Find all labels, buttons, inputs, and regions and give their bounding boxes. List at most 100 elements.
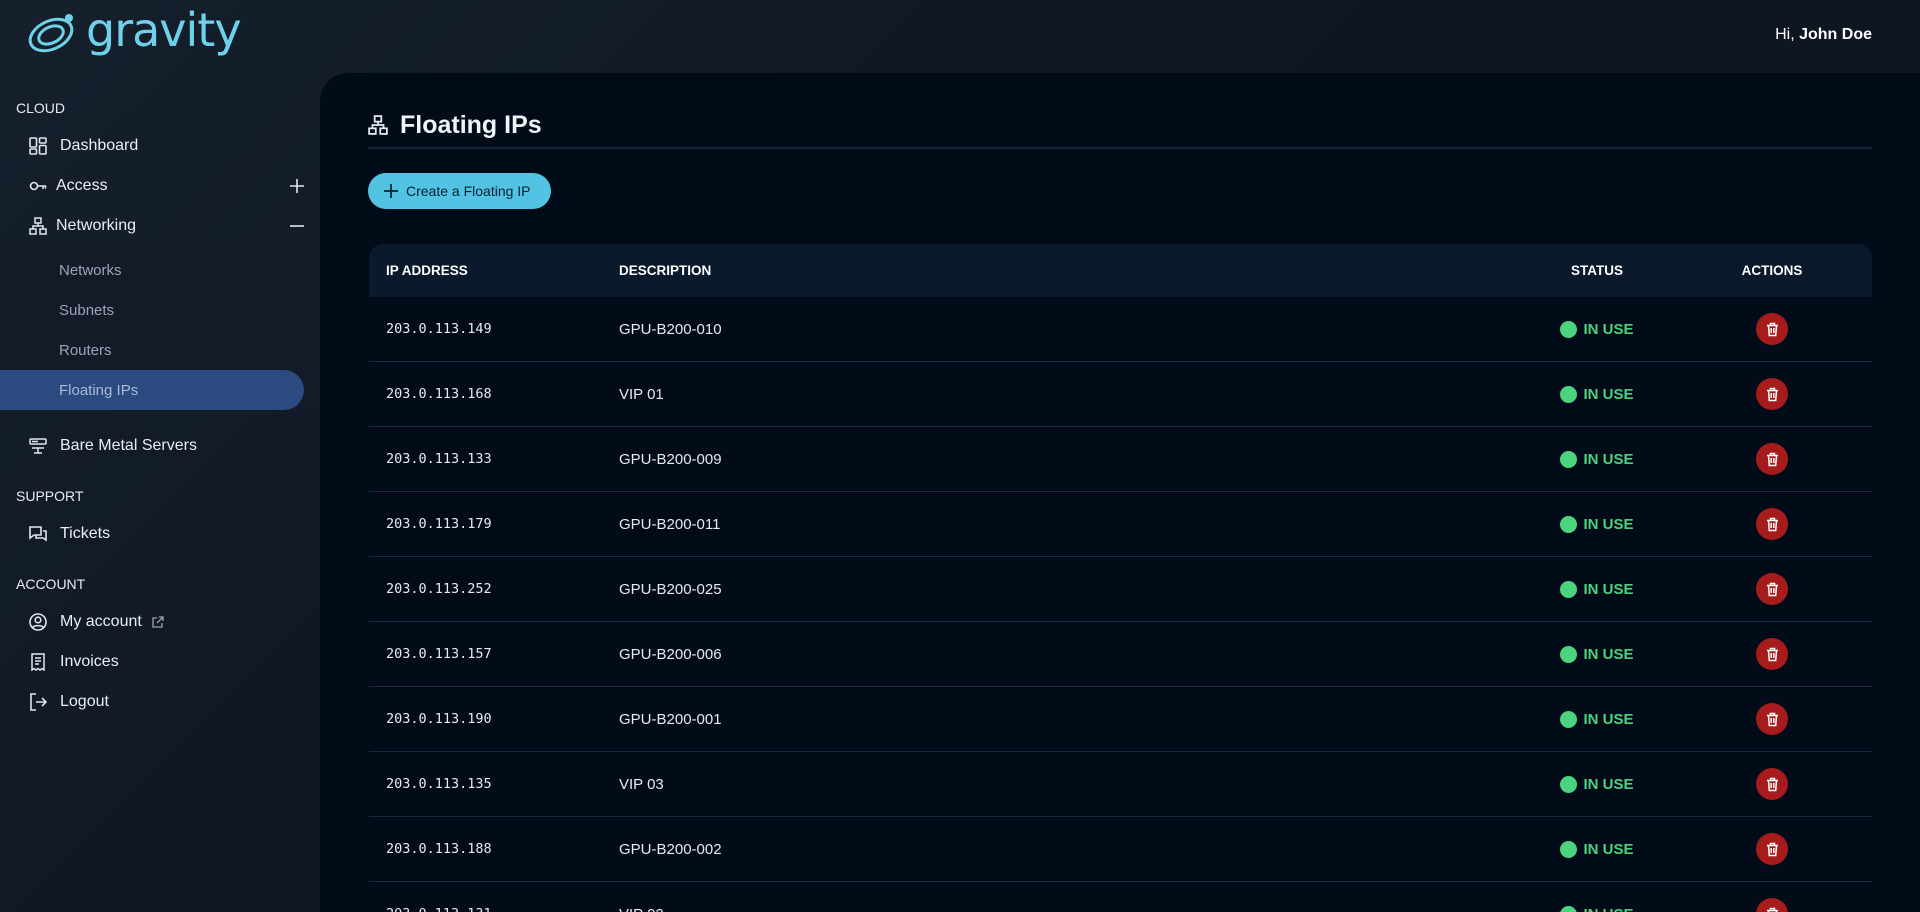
table-row[interactable]: 203.0.113.135 VIP 03 IN USE	[369, 752, 1872, 817]
sidebar-subitem-networks[interactable]: Networks	[0, 250, 320, 290]
table-row[interactable]: 203.0.113.190 GPU-B200-001 IN USE	[369, 687, 1872, 752]
user-circle-icon	[28, 612, 48, 632]
actions-cell	[1672, 443, 1872, 475]
sidebar-subitem-routers[interactable]: Routers	[0, 330, 320, 370]
trash-icon	[1766, 452, 1778, 466]
page-title: Floating IPs	[400, 110, 542, 139]
status-label: IN USE	[1583, 906, 1633, 912]
sidebar-item-networking[interactable]: Networking	[0, 206, 320, 246]
plus-icon	[384, 184, 398, 198]
description-cell: GPU-B200-025	[619, 580, 722, 598]
delete-button[interactable]	[1756, 573, 1788, 605]
sidebar-item-tickets[interactable]: Tickets	[0, 514, 320, 554]
description-cell: GPU-B200-010	[619, 320, 722, 338]
status-dot-icon	[1560, 645, 1578, 663]
network-icon	[28, 216, 48, 236]
network-icon	[368, 115, 388, 135]
table-row[interactable]: 203.0.113.131 VIP 02 IN USE	[369, 882, 1872, 912]
delete-button[interactable]	[1756, 313, 1788, 345]
status-dot-icon	[1560, 320, 1578, 338]
description-cell: VIP 01	[619, 385, 664, 403]
status-badge: IN USE	[1522, 385, 1672, 403]
status-badge: IN USE	[1522, 840, 1672, 858]
status-dot-icon	[1560, 580, 1578, 598]
ip-address-cell: 203.0.113.157	[386, 646, 492, 662]
expand-plus-icon[interactable]	[288, 177, 306, 195]
table-row[interactable]: 203.0.113.133 GPU-B200-009 IN USE	[369, 427, 1872, 492]
user-greeting: Hi, John Doe	[1775, 26, 1872, 44]
sidebar-item-label: Bare Metal Servers	[60, 437, 197, 454]
brand-logo[interactable]: gravity	[26, 7, 242, 58]
floating-ips-table: IP ADDRESS DESCRIPTION STATUS ACTIONS 20…	[369, 244, 1872, 912]
delete-button[interactable]	[1756, 768, 1788, 800]
description-cell: VIP 02	[619, 906, 1522, 912]
column-header-ip[interactable]: IP ADDRESS	[369, 263, 619, 278]
sidebar-item-label: Logout	[60, 693, 109, 710]
status-dot-icon	[1560, 905, 1578, 912]
delete-button[interactable]	[1756, 443, 1788, 475]
table-row[interactable]: 203.0.113.179 GPU-B200-011 IN USE	[369, 492, 1872, 557]
trash-icon	[1766, 582, 1778, 596]
sidebar-item-dashboard[interactable]: Dashboard	[0, 126, 320, 166]
column-header-status[interactable]: STATUS	[1522, 263, 1672, 278]
table-row[interactable]: 203.0.113.188 GPU-B200-002 IN USE	[369, 817, 1872, 882]
actions-cell	[1672, 768, 1872, 800]
ip-address-cell: 203.0.113.131	[369, 906, 619, 912]
ip-address-cell: 203.0.113.168	[386, 386, 492, 402]
greeting-prefix: Hi,	[1775, 26, 1795, 43]
ip-address-cell: 203.0.113.135	[386, 776, 492, 792]
description-cell: GPU-B200-002	[619, 840, 722, 858]
delete-button[interactable]	[1756, 833, 1788, 865]
table-row[interactable]: 203.0.113.157 GPU-B200-006 IN USE	[369, 622, 1872, 687]
networking-submenu: Networks Subnets Routers Floating IPs	[0, 246, 320, 414]
status-label: IN USE	[1583, 645, 1634, 663]
sidebar-item-label: Access	[56, 177, 108, 194]
create-floating-ip-label: Create a Floating IP	[406, 183, 531, 199]
sidebar-subitem-subnets[interactable]: Subnets	[0, 290, 320, 330]
actions-cell	[1672, 313, 1872, 345]
delete-button[interactable]	[1756, 898, 1788, 912]
trash-icon	[1766, 387, 1778, 401]
delete-button[interactable]	[1756, 378, 1788, 410]
section-label-support: SUPPORT	[16, 488, 84, 504]
sidebar-item-label: Dashboard	[60, 137, 139, 154]
status-badge: IN USE	[1522, 775, 1672, 793]
table-row[interactable]: 203.0.113.149 GPU-B200-010 IN USE	[369, 297, 1872, 362]
server-icon	[28, 436, 48, 456]
delete-button[interactable]	[1756, 638, 1788, 670]
column-header-description[interactable]: DESCRIPTION	[619, 263, 1522, 278]
status-label: IN USE	[1583, 840, 1634, 858]
status-cell: IN USE	[1522, 320, 1672, 338]
sidebar-subitem-floating-ips[interactable]: Floating IPs	[0, 370, 304, 410]
sidebar-item-my-account[interactable]: My account	[0, 602, 320, 642]
status-dot-icon	[1560, 450, 1578, 468]
status-cell: IN USE	[1522, 515, 1672, 533]
status-label: IN USE	[1583, 580, 1634, 598]
trash-icon	[1766, 647, 1778, 661]
status-dot-icon	[1560, 515, 1578, 533]
delete-button[interactable]	[1756, 703, 1788, 735]
ip-address-cell: 203.0.113.133	[386, 451, 492, 467]
sidebar-item-label: Networking	[56, 217, 137, 234]
invoice-icon	[28, 652, 48, 672]
status-cell: IN USE	[1522, 775, 1672, 793]
sidebar-item-logout[interactable]: Logout	[0, 682, 320, 722]
collapse-minus-icon[interactable]	[288, 217, 306, 235]
status-badge: IN USE	[1522, 515, 1672, 533]
key-icon	[28, 176, 48, 196]
actions-cell	[1672, 378, 1872, 410]
sidebar-item-invoices[interactable]: Invoices	[0, 642, 320, 682]
create-floating-ip-button[interactable]: Create a Floating IP	[368, 173, 551, 209]
description-cell: GPU-B200-009	[619, 450, 722, 468]
dashboard-icon	[28, 136, 48, 156]
user-name[interactable]: John Doe	[1799, 26, 1872, 43]
sidebar-item-bare-metal-servers[interactable]: Bare Metal Servers	[0, 426, 320, 466]
status-badge: IN USE	[1522, 710, 1672, 728]
table-row[interactable]: 203.0.113.252 GPU-B200-025 IN USE	[369, 557, 1872, 622]
description-cell: GPU-B200-011	[619, 515, 721, 533]
sidebar-item-access[interactable]: Access	[0, 166, 320, 206]
delete-button[interactable]	[1756, 508, 1788, 540]
trash-icon	[1766, 517, 1778, 531]
status-badge: IN USE	[1522, 905, 1672, 912]
table-row[interactable]: 203.0.113.168 VIP 01 IN USE	[369, 362, 1872, 427]
